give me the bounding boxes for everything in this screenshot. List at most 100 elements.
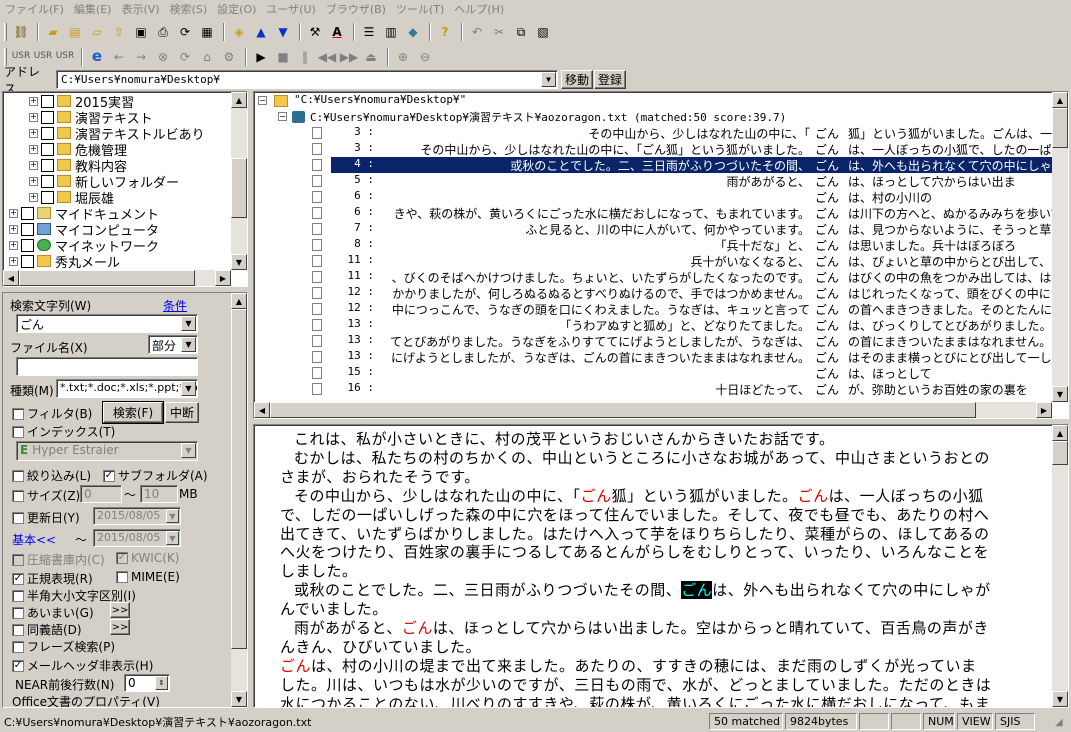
tree-checkbox[interactable] xyxy=(21,238,34,252)
stop-button[interactable]: 中断 xyxy=(165,402,199,423)
tree-checkbox[interactable] xyxy=(21,222,34,236)
synonym-checkbox-box[interactable] xyxy=(12,623,24,636)
date-to-input[interactable]: 2015/08/05 ▼ xyxy=(93,529,181,547)
results-file-row[interactable]: − C:¥Users¥nomura¥Desktop¥演習テキスト¥aozorag… xyxy=(254,109,1052,125)
result-row[interactable]: 13 : てとびあがりました。うなぎをふりすててにげようとしましたが、うなぎは、ご… xyxy=(254,333,1054,349)
scroll-down-icon[interactable]: ▼ xyxy=(1052,386,1068,402)
mailhdr-checkbox[interactable]: ✓ メールヘッダ非表示(H) xyxy=(12,657,153,674)
filename-input[interactable] xyxy=(16,357,198,376)
find-icon[interactable]: ◈ xyxy=(229,22,249,42)
result-row[interactable]: 6 : きや、萩の株が、黄いろくにごった水に横だおしになって、もまれています。 ごん… xyxy=(254,205,1054,221)
archive-checkbox[interactable]: 圧縮書庫内(C) xyxy=(12,551,105,568)
result-row[interactable]: 13 : にげようとしましたが、うなぎは、ごんの首にまきついたままはなれません。ご… xyxy=(254,349,1054,365)
expand-icon[interactable]: + xyxy=(29,128,38,138)
size-checkbox[interactable]: サイズ(Z) xyxy=(12,487,80,504)
expand-icon[interactable]: + xyxy=(29,160,38,170)
list-view-icon[interactable]: ▥ xyxy=(381,22,401,42)
chevron-down-icon[interactable]: ▼ xyxy=(181,337,196,352)
date-checkbox-box[interactable] xyxy=(12,511,24,524)
forward-icon[interactable]: → xyxy=(131,47,151,67)
results-root-row[interactable]: − "C:¥Users¥nomura¥Desktop¥" xyxy=(254,93,1052,109)
play-icon[interactable]: ▶ xyxy=(251,47,271,67)
search-pane-scrollbar[interactable]: ▲ ▼ xyxy=(231,293,247,707)
result-row[interactable]: 11 : 、びくのそばへかけつけました。ちょいと、いたずらがしたくなったのです。ご… xyxy=(254,269,1054,285)
stop-square-icon[interactable]: ■ xyxy=(273,47,293,67)
spinner-icon[interactable]: ⇕ xyxy=(155,676,168,690)
preview-vertical-scrollbar[interactable]: ▲ ▼ xyxy=(1052,425,1068,707)
scroll-up-icon[interactable]: ▲ xyxy=(1052,425,1068,441)
result-row[interactable]: 5 : 雨があがると、 ごん は、ほっとして穴からはい出ま xyxy=(254,173,1052,189)
new-file-icon[interactable]: ▤ xyxy=(65,22,85,42)
chevron-down-icon[interactable]: ▼ xyxy=(181,443,196,458)
undo-icon[interactable]: ↶ xyxy=(467,22,487,42)
expand-icon[interactable]: + xyxy=(9,208,18,218)
size-min-input[interactable]: 0 xyxy=(80,485,122,503)
result-row[interactable]: 3 :その中山から、少しはなれた山の中に、「ごん狐」という狐がいました。ごんは、… xyxy=(254,125,1054,141)
archive-checkbox-box[interactable] xyxy=(12,553,24,566)
rewind-icon[interactable]: ◀◀ xyxy=(317,47,337,67)
tree-checkbox[interactable] xyxy=(41,190,54,204)
chevron-down-icon[interactable]: ▼ xyxy=(166,531,179,545)
mime-checkbox-box[interactable] xyxy=(116,571,128,583)
kwic-checkbox-box[interactable]: ✓ xyxy=(116,552,128,564)
settings-gear-icon[interactable]: ⚙ xyxy=(219,47,239,67)
phrase-checkbox[interactable]: フレーズ検索(P) xyxy=(12,638,115,655)
menu-user[interactable]: ユーザ(U) xyxy=(261,1,320,17)
synonym-more-button[interactable]: >> xyxy=(110,619,130,635)
scroll-left-icon[interactable]: ◀ xyxy=(254,402,270,418)
filter-checkbox-box[interactable] xyxy=(12,407,24,420)
tree-checkbox[interactable] xyxy=(21,206,34,220)
stop-icon[interactable]: ⊗ xyxy=(153,47,173,67)
expand-icon[interactable]: + xyxy=(9,256,18,266)
font-color-icon[interactable]: A xyxy=(327,22,347,42)
menu-view[interactable]: 表示(V) xyxy=(116,1,164,17)
tree-item[interactable]: + 秀丸メール xyxy=(9,253,120,271)
scroll-thumb[interactable] xyxy=(231,309,247,649)
scroll-thumb[interactable] xyxy=(19,270,195,286)
tree-checkbox[interactable] xyxy=(41,142,54,156)
scroll-right-icon[interactable]: ▶ xyxy=(1036,402,1052,418)
expand-icon[interactable]: + xyxy=(29,144,38,154)
tree-checkbox[interactable] xyxy=(41,94,54,108)
tree-horizontal-scrollbar[interactable]: ◀ ▶ xyxy=(3,270,231,286)
paste-icon[interactable]: ▧ xyxy=(533,22,553,42)
result-row[interactable]: 12 : かかりましたが、何しろぬるぬるとすべりぬけるので、手ではつかめません。ご… xyxy=(254,285,1054,301)
condition-link[interactable]: 条件 xyxy=(163,297,187,314)
chevron-down-icon[interactable]: ▼ xyxy=(541,72,556,87)
register-button[interactable]: 登録 xyxy=(594,70,626,89)
collapse-icon[interactable]: − xyxy=(258,96,267,105)
export-icon[interactable]: ▦ xyxy=(197,22,217,42)
halfwidth-checkbox-box[interactable] xyxy=(12,589,24,602)
scroll-left-icon[interactable]: ◀ xyxy=(3,270,19,286)
basic-toggle-link[interactable]: 基本<< xyxy=(12,531,56,548)
scroll-up-icon[interactable]: ▲ xyxy=(231,293,247,309)
user3-icon[interactable]: USR xyxy=(55,47,75,67)
print-icon[interactable]: ⎙ xyxy=(153,22,173,42)
scroll-thumb[interactable] xyxy=(231,158,247,218)
result-row[interactable]: 13 : 「うわアぬすと狐め」と、どなりたてました。 ごん は、びっくりしてとびあがり… xyxy=(254,317,1054,333)
synonym-checkbox[interactable]: 同義語(D) xyxy=(12,621,82,638)
menu-settings[interactable]: 設定(O) xyxy=(212,1,261,17)
query-combo[interactable]: ごん ▼ xyxy=(16,314,198,333)
fuzzy-checkbox-box[interactable] xyxy=(12,606,24,619)
filter-checkbox[interactable]: フィルタ(B) xyxy=(12,405,92,422)
chevron-down-icon[interactable]: ▼ xyxy=(166,509,179,523)
size-checkbox-box[interactable] xyxy=(12,489,24,502)
kwic-checkbox[interactable]: ✓ KWIC(K) xyxy=(116,551,179,565)
reload-icon[interactable]: ⟳ xyxy=(175,47,195,67)
chevron-down-icon[interactable]: ▼ xyxy=(181,381,196,396)
chevron-down-icon[interactable]: ▼ xyxy=(181,316,196,331)
scroll-thumb[interactable] xyxy=(1052,441,1068,465)
menu-edit[interactable]: 編集(E) xyxy=(69,1,117,17)
preview-view-icon[interactable]: ◆ xyxy=(403,22,423,42)
near-spinner[interactable]: 0 ⇕ xyxy=(124,674,170,692)
size-max-input[interactable]: 10 xyxy=(140,485,178,503)
home-icon[interactable]: ⌂ xyxy=(197,47,217,67)
fuzzy-more-button[interactable]: >> xyxy=(110,602,130,618)
menu-search[interactable]: 検索(S) xyxy=(165,1,213,17)
result-row[interactable]: 11 : 兵十がいなくなると、 ごん は、ぴょいと草の中からとび出して、 xyxy=(254,253,1052,269)
browser-icon[interactable]: e xyxy=(87,47,107,67)
expand-icon[interactable]: + xyxy=(29,176,38,186)
refresh-file-icon[interactable]: ⟳ xyxy=(175,22,195,42)
tree-vertical-scrollbar[interactable]: ▲ ▼ xyxy=(231,92,247,270)
